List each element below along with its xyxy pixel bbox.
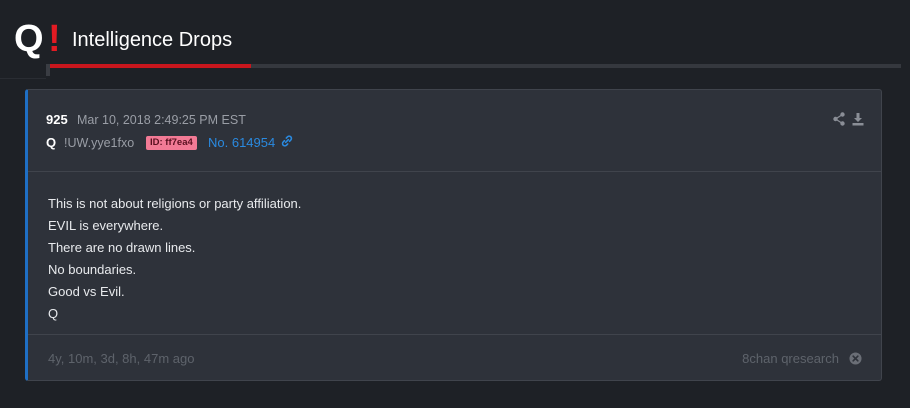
site-header: Q ! Intelligence Drops [0, 0, 910, 80]
post-age: 4y, 10m, 3d, 8h, 47m ago [48, 351, 195, 366]
post-line: No boundaries. [48, 262, 137, 277]
progress-bar-fill [46, 64, 252, 68]
post-line: Good vs Evil. [48, 284, 125, 299]
post-line: This is not about religions or party aff… [48, 196, 302, 211]
progress-bar-handle [46, 64, 50, 76]
post-number: 925 [46, 112, 68, 127]
share-icon[interactable] [833, 112, 845, 126]
site-title: Intelligence Drops [72, 29, 233, 51]
post-footer: 4y, 10m, 3d, 8h, 47m ago 8chan qresearch [28, 334, 881, 381]
post-card: 925 Mar 10, 2018 2:49:25 PM EST Q !UW.yy… [25, 89, 882, 381]
post-source: 8chan qresearch [742, 351, 839, 366]
post-line: Q [48, 306, 59, 321]
post-date: Mar 10, 2018 2:49:25 PM EST [77, 113, 246, 127]
post-author: Q [46, 135, 57, 150]
post-body: This is not about religions or party aff… [28, 172, 881, 334]
post-number-link[interactable]: No. 614954 [208, 135, 275, 150]
post-tripcode: !UW.yye1fxo [64, 136, 135, 150]
logo-exclamation: ! [48, 18, 61, 60]
progress-bar [46, 64, 901, 68]
download-icon[interactable] [852, 112, 864, 126]
q-logo[interactable]: Q ! [14, 18, 62, 60]
logo-q-letter: Q [14, 18, 44, 60]
post-header: 925 Mar 10, 2018 2:49:25 PM EST Q !UW.yy… [28, 90, 881, 172]
close-circle-icon[interactable] [849, 352, 862, 365]
poster-id-badge: ID: ff7ea4 [146, 136, 197, 150]
post-line: EVIL is everywhere. [48, 218, 164, 233]
header-divider [0, 78, 46, 79]
post-line: There are no drawn lines. [48, 240, 196, 255]
link-icon[interactable] [280, 134, 294, 148]
